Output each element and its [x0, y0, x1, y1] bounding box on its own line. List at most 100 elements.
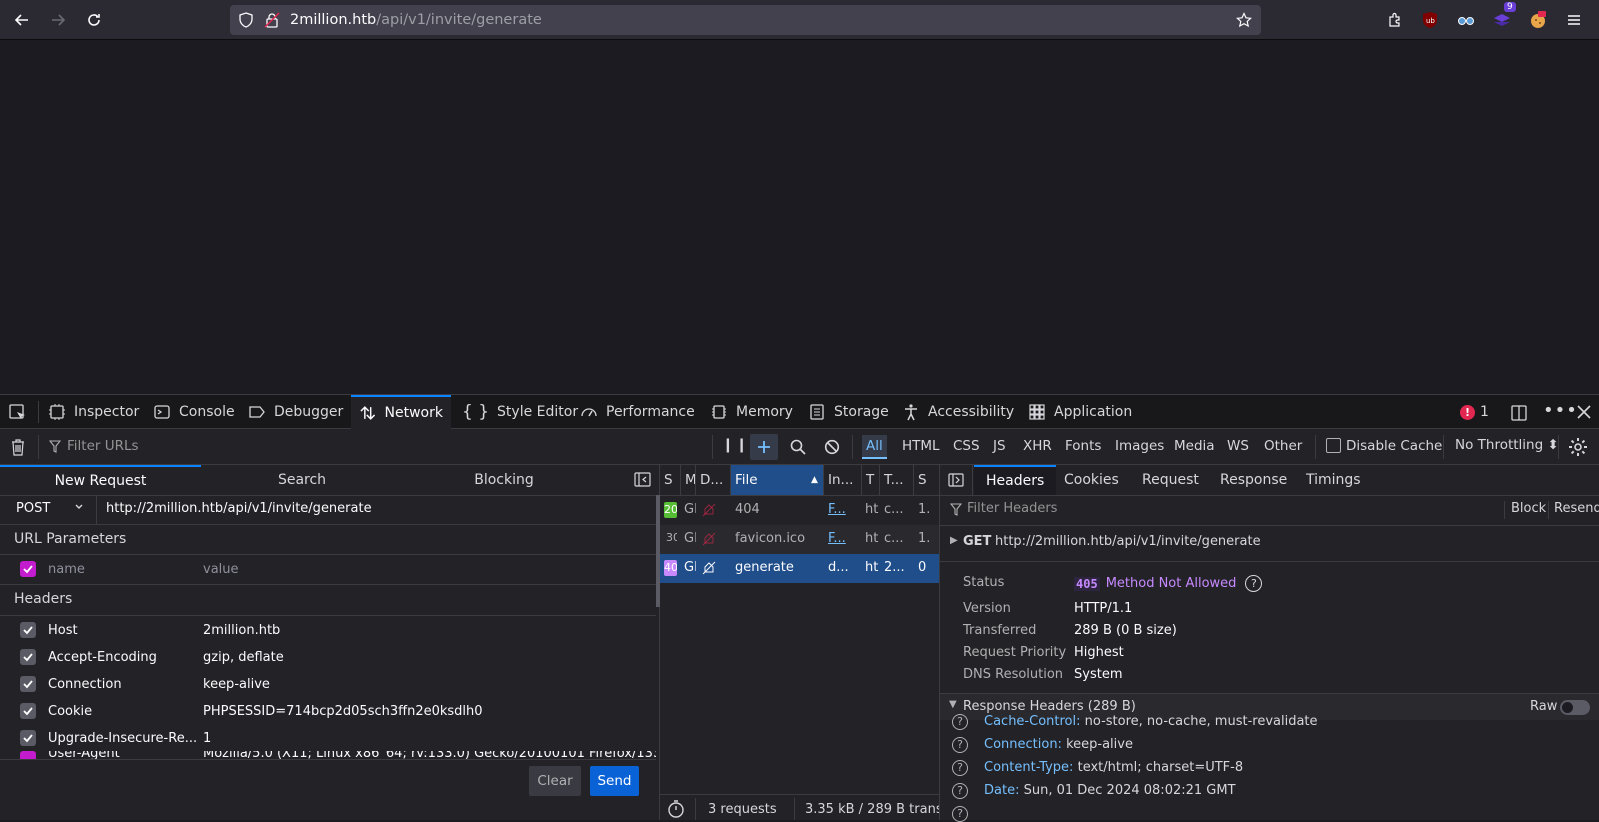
forward-arrow-icon[interactable]	[46, 8, 70, 32]
request-row[interactable]: 30 GI favicon.ico F... ht c... 1.	[660, 525, 939, 554]
tab-storage[interactable]: Storage	[800, 395, 897, 429]
tab-inspector[interactable]: Inspector	[40, 395, 147, 429]
tab-performance[interactable]: Performance	[572, 395, 703, 429]
trash-clear-icon[interactable]	[10, 438, 26, 456]
header-checkbox[interactable]	[20, 751, 36, 759]
reload-icon[interactable]	[82, 8, 106, 32]
bookmark-star-icon[interactable]	[1236, 12, 1252, 28]
disable-cache-checkbox[interactable]	[1326, 438, 1341, 453]
request-row-selected[interactable]: 40 GI generate d... ht 2... 0	[660, 554, 939, 583]
header-checkbox[interactable]	[20, 676, 36, 692]
header-checkbox[interactable]	[20, 649, 36, 665]
subtab-new-request[interactable]: New Request	[0, 465, 201, 495]
header-name[interactable]: Connection	[48, 677, 122, 692]
block-icon[interactable]	[824, 439, 840, 455]
toggle-sidebar-icon[interactable]	[948, 473, 964, 487]
help-question-icon[interactable]: ?	[952, 783, 968, 799]
header-value[interactable]: gzip, deflate	[203, 650, 284, 665]
url-bar[interactable]: 2million.htb/api/v1/invite/generate	[230, 5, 1261, 35]
header-value[interactable]: 2million.htb	[203, 623, 280, 638]
error-counter[interactable]: ! 1	[1460, 404, 1489, 420]
tab-console[interactable]: Console	[145, 395, 243, 429]
collapse-panel-icon[interactable]	[634, 472, 651, 487]
filter-type-all[interactable]: All	[862, 435, 887, 459]
request-url-input[interactable]: http://2million.htb/api/v1/invite/genera…	[106, 501, 372, 516]
url-text[interactable]: 2million.htb/api/v1/invite/generate	[290, 12, 542, 28]
tab-memory[interactable]: Memory	[702, 395, 801, 429]
param-checkbox[interactable]	[20, 561, 36, 577]
column-size[interactable]: S	[914, 465, 939, 495]
resend-button[interactable]: Resend	[1554, 501, 1599, 516]
header-checkbox[interactable]	[20, 703, 36, 719]
tab-cookies[interactable]: Cookies	[1052, 465, 1131, 495]
help-question-icon[interactable]: ?	[1245, 575, 1263, 592]
header-value[interactable]: 1	[203, 731, 211, 746]
header-name[interactable]: Accept-Encoding	[48, 650, 157, 665]
filter-type-xhr[interactable]: XHR	[1023, 438, 1052, 454]
header-value[interactable]: Mozilla/5.0 (X11; Linux x86_64; rv:133.0…	[203, 751, 656, 759]
filter-type-css[interactable]: CSS	[953, 438, 980, 454]
tab-application[interactable]: Application	[1020, 395, 1140, 429]
column-domain[interactable]: D...	[696, 465, 731, 495]
filter-type-other[interactable]: Other	[1264, 438, 1302, 454]
request-row[interactable]: 20 GI 404 F... ht c... 1.	[660, 496, 939, 525]
menu-hamburger-icon[interactable]	[1562, 8, 1586, 32]
cookie-extension-icon[interactable]	[1526, 8, 1550, 32]
column-method[interactable]: M	[681, 465, 696, 495]
header-checkbox[interactable]	[20, 622, 36, 638]
tab-headers[interactable]: Headers	[974, 465, 1057, 495]
clear-button[interactable]: Clear	[529, 766, 581, 796]
header-name[interactable]: User-Agent	[48, 751, 120, 759]
dock-side-icon[interactable]	[1509, 403, 1529, 423]
hackbar-extension-icon[interactable]: 9	[1490, 2, 1516, 32]
filter-type-media[interactable]: Media	[1174, 438, 1215, 454]
element-picker-icon[interactable]	[8, 403, 28, 423]
filter-type-ws[interactable]: WS	[1227, 438, 1249, 454]
raw-toggle[interactable]	[1560, 700, 1590, 715]
block-button[interactable]: Block	[1511, 501, 1546, 516]
tab-network[interactable]: Network	[351, 395, 451, 429]
filter-type-html[interactable]: HTML	[902, 438, 940, 454]
filter-type-images[interactable]: Images	[1115, 438, 1164, 454]
ublock-icon[interactable]: ub	[1418, 8, 1442, 32]
new-request-plus-icon[interactable]	[750, 434, 778, 460]
subtab-blocking[interactable]: Blocking	[403, 465, 605, 495]
help-question-icon[interactable]: ?	[952, 760, 968, 776]
filter-type-js[interactable]: JS	[993, 438, 1006, 454]
column-transferred[interactable]: T...	[880, 465, 914, 495]
param-name-input[interactable]: name	[48, 562, 85, 577]
column-type[interactable]: T	[862, 465, 880, 495]
shield-icon[interactable]	[238, 12, 254, 28]
gear-settings-icon[interactable]	[1568, 437, 1588, 457]
filter-urls-input[interactable]: Filter URLs	[67, 438, 139, 454]
tab-debugger[interactable]: Debugger	[240, 395, 351, 429]
tab-request[interactable]: Request	[1130, 465, 1211, 495]
close-devtools-icon[interactable]	[1575, 403, 1593, 421]
column-initiator[interactable]: In...	[824, 465, 862, 495]
stopwatch-icon[interactable]	[666, 799, 686, 819]
help-question-icon[interactable]: ?	[952, 737, 968, 753]
expand-triangle-icon[interactable]: ▶	[950, 535, 958, 546]
insecure-lock-icon[interactable]	[264, 12, 280, 28]
tab-response[interactable]: Response	[1208, 465, 1299, 495]
header-name[interactable]: Upgrade-Insecure-Re...	[48, 731, 197, 746]
header-value[interactable]: PHPSESSID=714bcp2d05sch3ffn2e0ksdlh0	[203, 704, 483, 719]
disable-cache-label[interactable]: Disable Cache	[1346, 438, 1442, 454]
method-select[interactable]: POST	[0, 496, 97, 524]
filter-headers-input[interactable]: Filter Headers	[967, 501, 1057, 516]
header-checkbox[interactable]	[20, 730, 36, 746]
filter-type-fonts[interactable]: Fonts	[1065, 438, 1101, 454]
header-name[interactable]: Host	[48, 623, 78, 638]
tab-accessibility[interactable]: Accessibility	[894, 395, 1022, 429]
throttling-select[interactable]: No Throttling ⬍	[1455, 437, 1559, 453]
request-initiator[interactable]: F...	[828, 502, 860, 517]
extensions-puzzle-icon[interactable]	[1383, 8, 1407, 32]
back-arrow-icon[interactable]	[10, 8, 34, 32]
pause-icon[interactable]: ❙❙	[722, 437, 749, 453]
header-name[interactable]: Cookie	[48, 704, 92, 719]
column-status[interactable]: S	[660, 465, 681, 495]
header-value[interactable]: keep-alive	[203, 677, 270, 692]
help-question-icon[interactable]: ?	[952, 714, 968, 730]
more-options-icon[interactable]: •••	[1543, 402, 1578, 420]
send-button[interactable]: Send	[590, 766, 639, 796]
